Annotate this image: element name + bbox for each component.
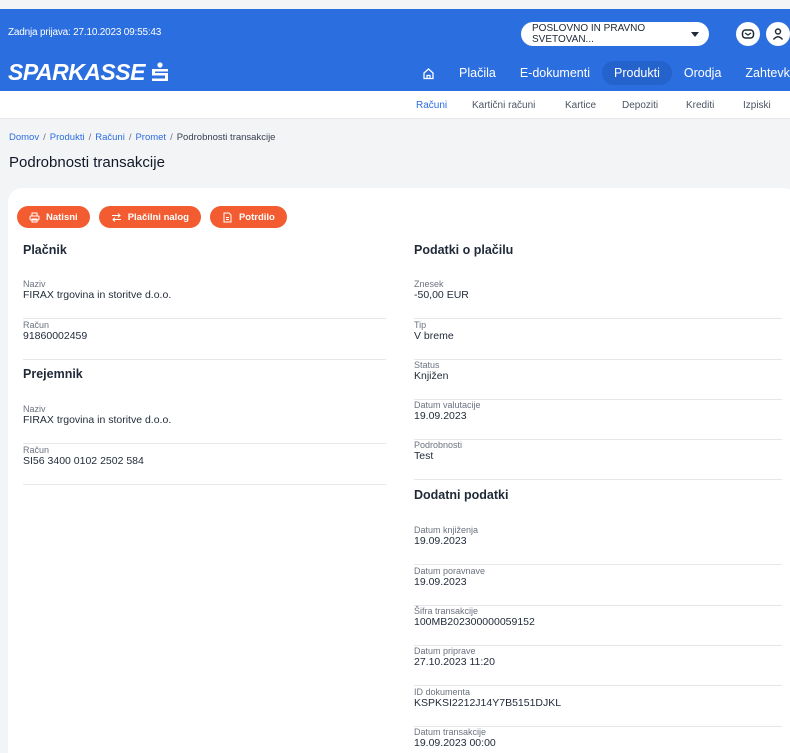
main-nav: Plačila E-dokumenti Produkti Orodja Zaht… — [410, 61, 790, 85]
subnav-racuni[interactable]: Računi — [416, 100, 447, 111]
payment-details-field: Podrobnosti Test — [414, 440, 782, 480]
settlement-date-field: Datum poravnave 19.09.2023 — [414, 566, 782, 606]
field-label: Naziv — [23, 404, 46, 414]
field-label: Datum poravnave — [414, 566, 486, 576]
transfer-icon — [111, 212, 121, 222]
chevron-down-icon — [691, 32, 699, 37]
field-value: 100MB202300000059152 — [414, 616, 535, 628]
print-button[interactable]: Natisni — [17, 206, 90, 228]
field-value: 91860002459 — [23, 330, 88, 342]
field-label: Šifra transakcije — [414, 606, 479, 616]
top-bar: Zadnja prijava: 27.10.2023 09:55:43 POSL… — [0, 9, 790, 91]
field-value: SI56 3400 0102 2502 584 — [23, 455, 144, 467]
company-select[interactable]: POSLOVNO IN PRAVNO SVETOVAN... — [521, 22, 709, 46]
field-label: Znesek — [414, 279, 444, 289]
additional-title: Dodatni podatki — [414, 488, 509, 502]
nav-orodja[interactable]: Orodja — [672, 61, 734, 85]
breadcrumb-promet[interactable]: Promet — [135, 132, 166, 143]
field-label: Račun — [23, 320, 50, 330]
payment-type-field: Tip V breme — [414, 320, 782, 360]
breadcrumb-separator: / — [128, 132, 132, 143]
subnav-krediti[interactable]: Krediti — [686, 100, 714, 111]
field-label: Status — [414, 360, 440, 370]
field-label: Datum priprave — [414, 646, 476, 656]
home-icon — [423, 67, 434, 79]
sub-nav: Računi Kartični računi Kartice Depoziti … — [0, 91, 790, 119]
payment-status-field: Status Knjižen — [414, 360, 782, 400]
field-value: Knjižen — [414, 370, 449, 382]
transaction-code-field: Šifra transakcije 100MB202300000059152 — [414, 606, 782, 646]
receipt-button[interactable]: Potrdilo — [209, 206, 287, 228]
last-login-text: Zadnja prijava: 27.10.2023 09:55:43 — [8, 27, 162, 38]
subnav-kartice[interactable]: Kartice — [565, 100, 596, 111]
field-label: Datum knjiženja — [414, 525, 479, 535]
breadcrumb-separator: / — [170, 132, 173, 143]
field-value: Test — [414, 450, 434, 462]
subnav-depoziti[interactable]: Depoziti — [622, 100, 658, 111]
recipient-account-field: Račun SI56 3400 0102 2502 584 — [23, 445, 386, 485]
page-title: Podrobnosti transakcije — [9, 154, 165, 171]
breadcrumb-produkti[interactable]: Produkti — [50, 132, 85, 143]
breadcrumb-separator: / — [43, 132, 46, 143]
payment-order-button-label: Plačilni nalog — [127, 211, 189, 223]
payer-name-field: Naziv FIRAX trgovina in storitve d.o.o. — [23, 279, 386, 319]
payment-order-button[interactable]: Plačilni nalog — [98, 206, 201, 228]
subnav-izpiski[interactable]: Izpiski — [743, 100, 771, 111]
recipient-name-field: Naziv FIRAX trgovina in storitve d.o.o. — [23, 404, 386, 444]
document-id-field: ID dokumenta KSPKSI2212J14Y7B5151DJKL — [414, 687, 782, 727]
envelope-icon — [741, 29, 755, 39]
company-select-value: POSLOVNO IN PRAVNO SVETOVAN... — [532, 23, 646, 45]
field-label: Datum valutacije — [414, 400, 481, 410]
field-value: FIRAX trgovina in storitve d.o.o. — [23, 289, 172, 301]
nav-e-dokumenti[interactable]: E-dokumenti — [508, 61, 602, 85]
booking-date-field: Datum knjiženja 19.09.2023 — [414, 525, 782, 565]
payment-amount-field: Znesek -50,00 EUR — [414, 279, 782, 319]
field-value: 19.09.2023 00:00 — [414, 737, 496, 749]
nav-home[interactable] — [410, 61, 447, 85]
payer-account-field: Račun 91860002459 — [23, 320, 386, 360]
field-value: FIRAX trgovina in storitve d.o.o. — [23, 414, 172, 426]
breadcrumb-separator: / — [88, 132, 92, 143]
field-value: KSPKSI2212J14Y7B5151DJKL — [414, 697, 562, 709]
print-button-label: Natisni — [46, 211, 78, 223]
profile-button[interactable] — [766, 22, 790, 46]
nav-placila[interactable]: Plačila — [447, 61, 508, 85]
printer-icon — [29, 212, 40, 222]
receipt-button-label: Potrdilo — [238, 211, 275, 223]
messages-button[interactable] — [736, 22, 760, 46]
user-icon — [772, 28, 784, 40]
subnav-karticni-racuni[interactable]: Kartični računi — [472, 100, 535, 111]
breadcrumb-current: Podrobnosti transakcije — [176, 132, 276, 143]
nav-produkti[interactable]: Produkti — [602, 61, 672, 85]
payment-title: Podatki o plačilu — [414, 243, 514, 257]
payment-value-date-field: Datum valutacije 19.09.2023 — [414, 400, 782, 440]
action-buttons: Natisni Plačilni nalog Potrdilo — [17, 206, 287, 228]
field-label: Datum transakcije — [414, 727, 487, 737]
field-value: 19.09.2023 — [414, 535, 467, 547]
field-label: ID dokumenta — [414, 687, 471, 697]
nav-zahtevki[interactable]: Zahtevki — [733, 61, 790, 85]
preparation-date-field: Datum priprave 27.10.2023 11:20 — [414, 646, 782, 686]
field-label: Podrobnosti — [414, 440, 463, 450]
field-label: Naziv — [23, 279, 46, 289]
field-value: 19.09.2023 — [414, 576, 467, 588]
field-value: V breme — [414, 330, 454, 342]
sparkasse-s-icon — [151, 61, 168, 81]
breadcrumb: Domov / Produkti / Računi / Promet / Podrobnosti… — [9, 132, 275, 143]
field-value: -50,00 EUR — [414, 289, 469, 301]
field-label: Tip — [414, 320, 427, 330]
breadcrumb-domov[interactable]: Domov — [9, 132, 39, 143]
transaction-date-field: Datum transakcije 19.09.2023 00:00 — [414, 727, 782, 753]
field-label: Račun — [23, 445, 50, 455]
field-value: 27.10.2023 11:20 — [414, 656, 495, 668]
breadcrumb-racuni[interactable]: Računi — [95, 132, 125, 143]
field-value: 19.09.2023 — [414, 410, 467, 422]
document-icon — [223, 212, 232, 222]
recipient-title: Prejemnik — [23, 367, 83, 381]
payer-title: Plačnik — [23, 243, 67, 257]
logo-text: SPARKASSE — [8, 59, 145, 85]
sparkasse-logo[interactable]: SPARKASSE — [8, 59, 169, 86]
